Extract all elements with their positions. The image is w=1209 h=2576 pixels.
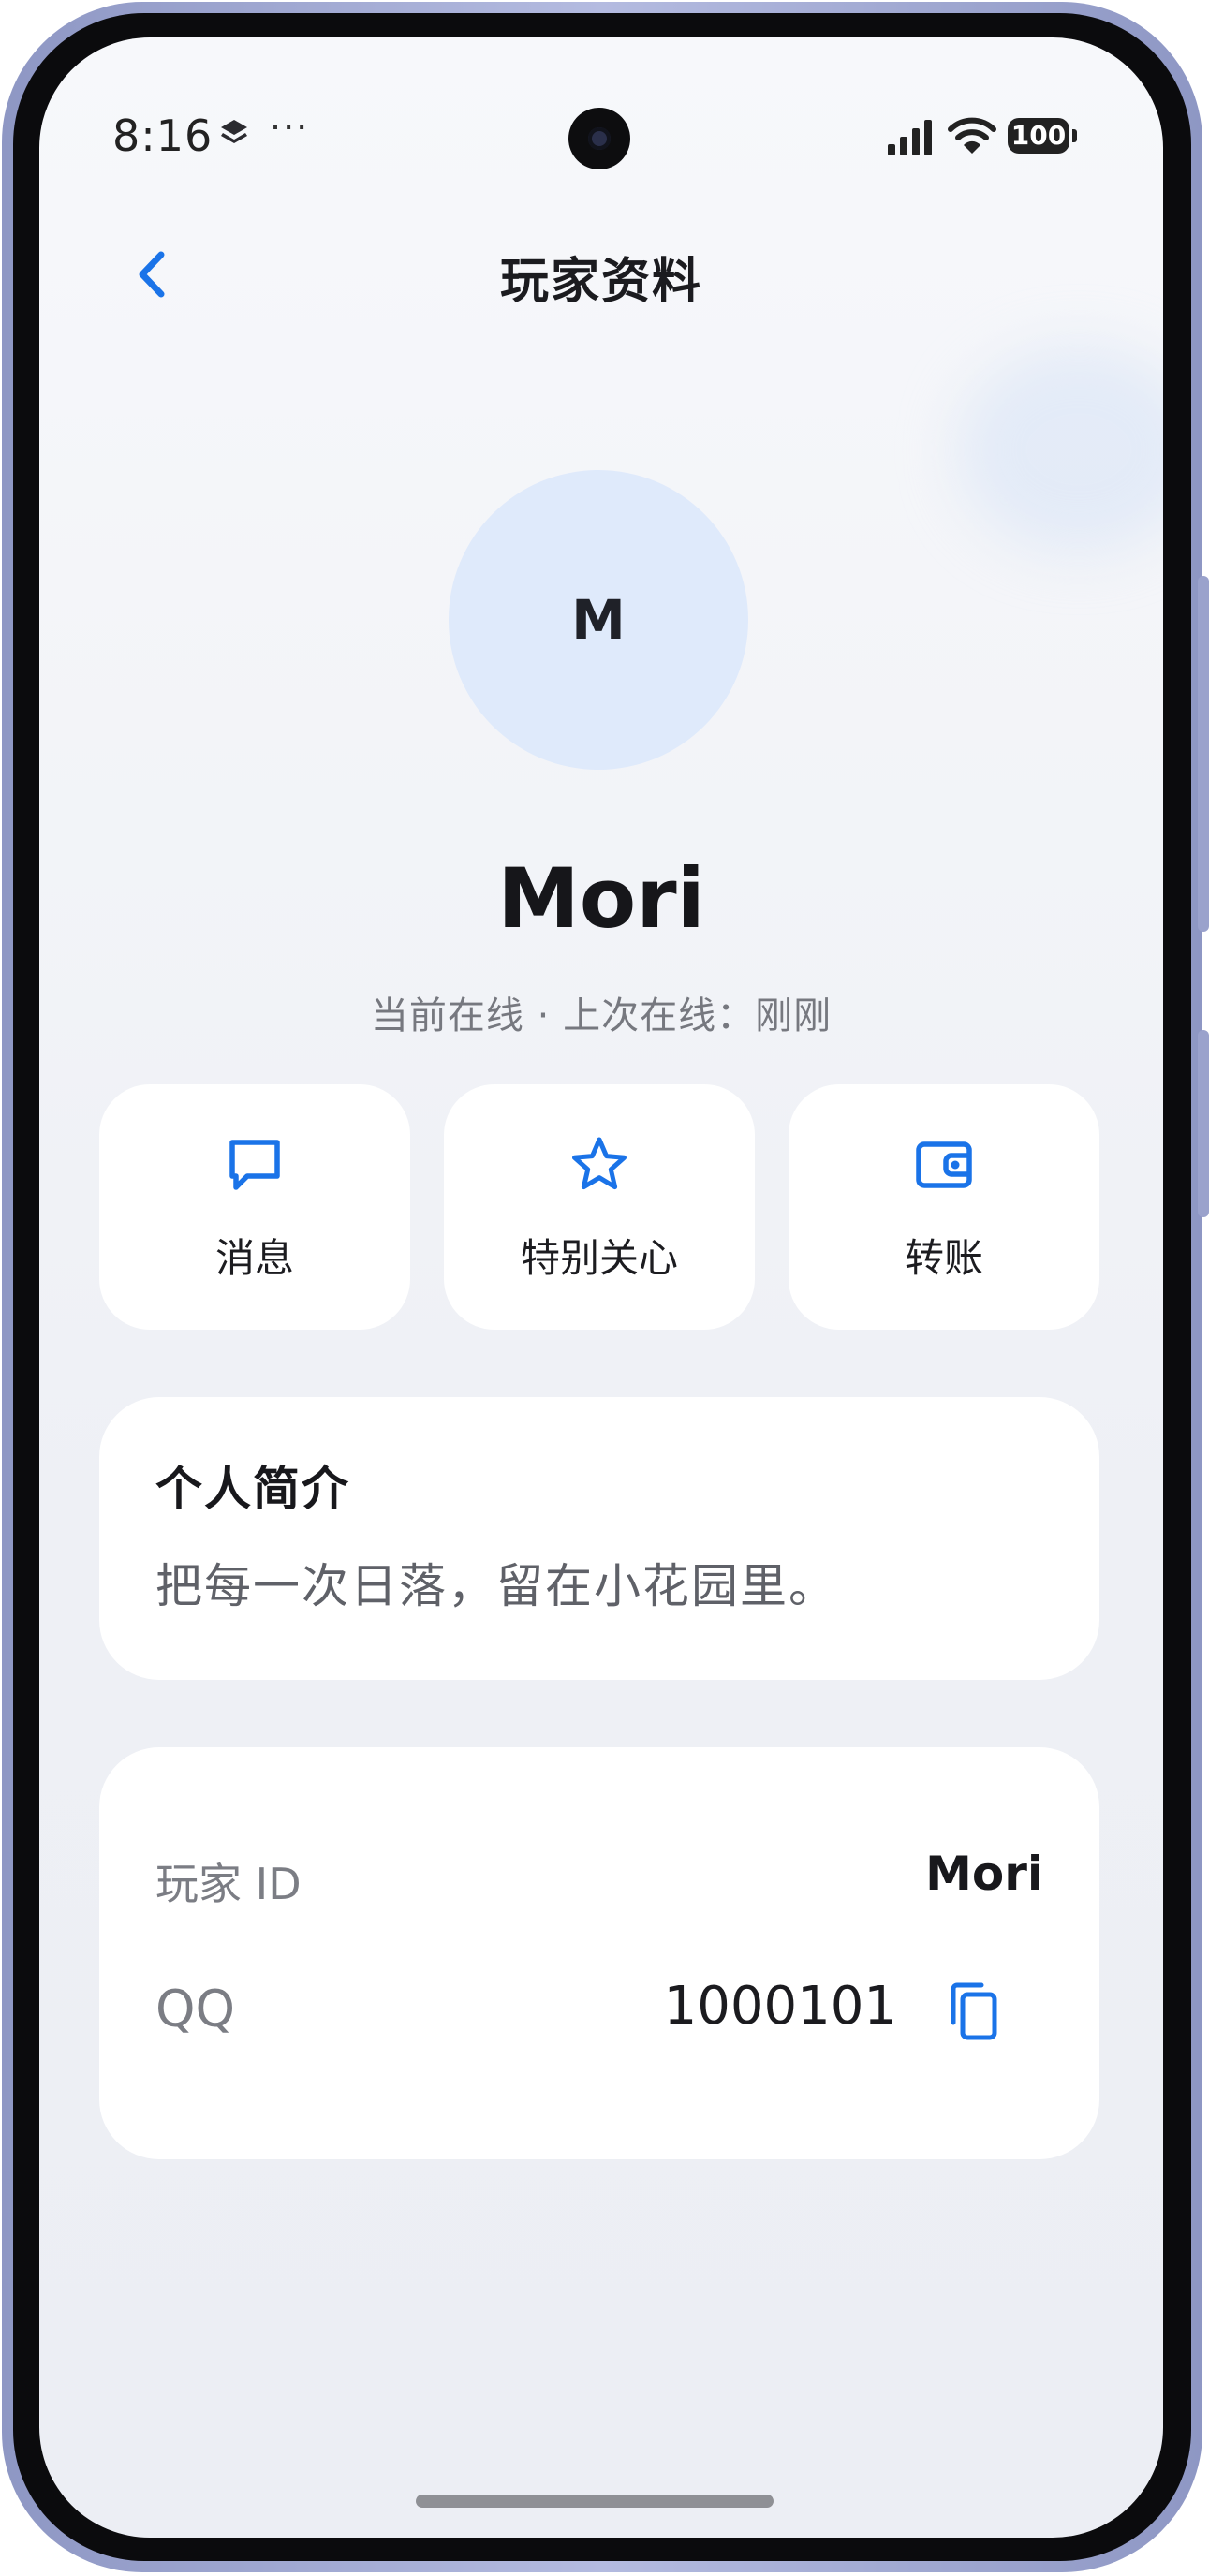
qq-value: 1000101 [663, 1976, 897, 2037]
transfer-button[interactable]: 转账 [789, 1084, 1099, 1330]
signal-icon [888, 120, 932, 155]
battery-icon: 100 [1008, 118, 1077, 154]
player-id-label: 玩家 ID [155, 1859, 302, 1909]
message-button[interactable]: 消息 [99, 1084, 410, 1330]
star-icon [572, 1137, 627, 1190]
info-card: 玩家 ID Mori QQ 1000101 [99, 1747, 1099, 2159]
bio-card: 个人简介 把每一次日落，留在小花园里。 [99, 1397, 1099, 1680]
bio-text: 把每一次日落，留在小花园里。 [155, 1559, 837, 1613]
qq-label: QQ [155, 1980, 236, 2039]
copy-icon [951, 1982, 997, 2040]
player-name: Mori [497, 850, 705, 947]
page-title: 玩家资料 [499, 254, 702, 310]
volume-button [1198, 576, 1209, 932]
power-button [1198, 1030, 1209, 1217]
transfer-label: 转账 [904, 1235, 983, 1281]
wifi-icon [948, 117, 996, 154]
message-label: 消息 [214, 1235, 294, 1281]
message-icon [229, 1140, 280, 1190]
wallet-icon [916, 1141, 972, 1188]
avatar: M [449, 470, 748, 770]
status-time: 8:16 [112, 110, 214, 161]
online-status: 当前在线 · 上次在线：刚刚 [370, 994, 833, 1038]
layers-icon [221, 120, 247, 143]
screen: 8:16 ··· 100 玩家资料 M Mori 当前在线 · 上次在线：刚刚 … [39, 37, 1163, 2538]
home-indicator[interactable] [416, 2495, 774, 2508]
player-id-value: Mori [925, 1847, 1043, 1901]
bio-title: 个人简介 [155, 1462, 350, 1516]
copy-button[interactable] [946, 1981, 1002, 2041]
status-more: ··· [270, 107, 310, 148]
special-care-label: 特别关心 [520, 1235, 678, 1281]
special-care-button[interactable]: 特别关心 [444, 1084, 755, 1330]
background-tint [957, 346, 1163, 552]
front-camera [568, 108, 630, 169]
